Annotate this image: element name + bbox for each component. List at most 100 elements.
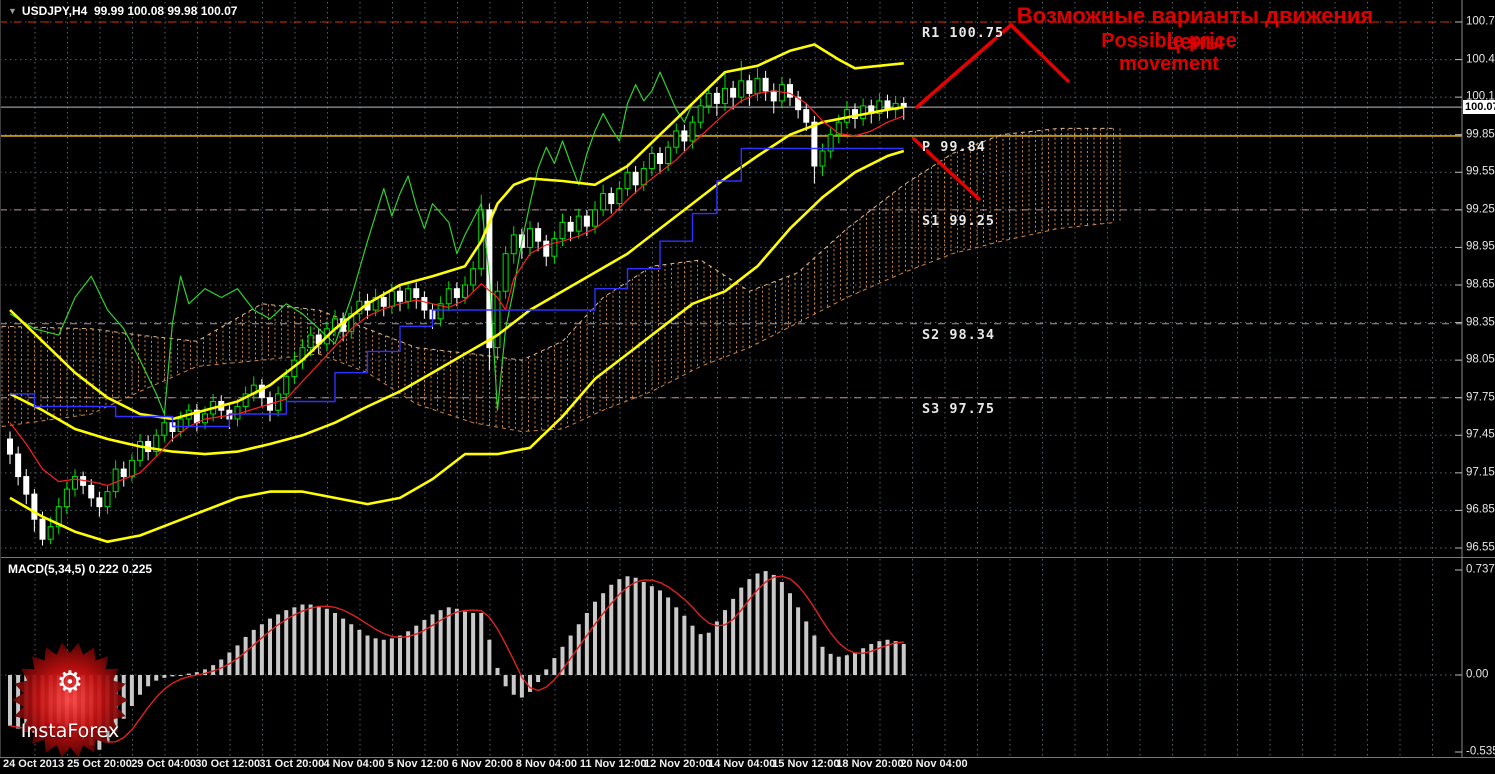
macd-histogram-bar <box>625 576 630 675</box>
macd-histogram-bar <box>731 598 736 675</box>
price-axis-label: 98.95 <box>1466 240 1495 253</box>
price-axis-label: 96.55 <box>1466 541 1495 554</box>
macd-histogram-bar <box>479 612 484 675</box>
macd-histogram-bar <box>373 638 378 675</box>
macd-histogram-bar <box>771 574 776 675</box>
price-axis-label: 99.25 <box>1466 203 1495 216</box>
pivot-level-label: S2 98.34 <box>922 326 996 343</box>
macd-histogram-bar <box>844 655 849 675</box>
macd-axis-min-label: -0.535 <box>1466 745 1495 758</box>
macd-histogram-bar <box>146 675 151 687</box>
macd-histogram-bar <box>552 658 557 675</box>
macd-histogram-bar <box>300 604 305 675</box>
price-axis-label: 98.65 <box>1466 278 1495 291</box>
macd-histogram-bar <box>593 601 597 675</box>
macd-histogram-bar <box>357 629 362 675</box>
macd-histogram-bar <box>812 635 817 675</box>
macd-histogram-bar <box>869 643 874 675</box>
macd-histogram-bar <box>170 675 175 677</box>
macd-histogram-bar <box>341 618 346 675</box>
macd-histogram-bar <box>333 612 337 675</box>
macd-histogram-bar <box>836 656 841 675</box>
macd-histogram-bar <box>487 639 492 675</box>
pivot-level-label: S3 97.75 <box>922 400 996 417</box>
time-axis-label: 15 Nov 12:00 <box>772 758 840 770</box>
macd-histogram-bar <box>633 577 638 675</box>
macd-histogram-bar <box>511 675 516 695</box>
macd-histogram-bar <box>901 643 906 675</box>
macd-histogram-bar <box>714 621 719 675</box>
macd-histogram-bar <box>820 646 825 675</box>
macd-histogram-bar <box>674 607 679 675</box>
time-axis-label: 18 Nov 20:00 <box>836 758 904 770</box>
price-chart-canvas[interactable] <box>0 0 1495 774</box>
price-axis-label: 99.85 <box>1466 127 1495 140</box>
trading-chart-window: ▼ USDJPY,H4 99.99 100.08 99.98 100.07 MAC… <box>0 0 1495 774</box>
macd-histogram-bar <box>723 610 727 675</box>
pivot-level-label: R1 100.75 <box>922 25 1005 41</box>
macd-histogram-bar <box>446 607 451 675</box>
macd-histogram-bar <box>138 675 142 695</box>
macd-histogram-bar <box>398 635 402 675</box>
macd-histogram-bar <box>779 581 784 675</box>
pivot-level-label: S1 99.25 <box>922 212 996 229</box>
price-axis-label: 96.85 <box>1466 503 1495 516</box>
time-axis-label: 14 Nov 04:00 <box>708 758 776 770</box>
macd-histogram-bar <box>828 653 833 675</box>
time-axis-label: 29 Oct 04:00 <box>131 758 197 770</box>
macd-histogram-bar <box>495 667 500 675</box>
instaforex-watermark: ⚙ InstaForex <box>8 642 132 769</box>
price-axis-label: 97.45 <box>1466 428 1495 441</box>
time-axis-label: 30 Oct 12:00 <box>195 758 261 770</box>
macd-histogram-bar <box>251 629 256 675</box>
macd-histogram-bar <box>454 608 459 675</box>
macd-histogram-bar <box>763 571 768 675</box>
macd-histogram-bar <box>584 612 589 675</box>
macd-histogram-bar <box>690 625 695 675</box>
symbol-period-label: USDJPY,H4 <box>21 4 88 18</box>
macd-histogram-bar <box>747 579 752 675</box>
collapse-triangle-icon[interactable]: ▼ <box>8 6 17 16</box>
macd-histogram-bar <box>698 634 703 675</box>
macd-histogram-bar <box>609 584 614 675</box>
macd-histogram-bar <box>804 621 809 675</box>
macd-histogram-bar <box>389 638 394 675</box>
time-axis-label: 20 Nov 04:00 <box>900 758 968 770</box>
macd-histogram-bar <box>503 675 508 687</box>
macd-histogram-bar <box>308 604 313 675</box>
time-axis-label: 12 Nov 20:00 <box>644 758 712 770</box>
macd-histogram-bar <box>649 586 654 675</box>
pivot-level-label: P 99.84 <box>922 138 986 155</box>
annotation-text-english: Possible price movement <box>1101 30 1237 75</box>
macd-histogram-bar <box>178 675 183 676</box>
macd-histogram-bar <box>365 635 370 675</box>
instaforex-starburst-icon: ⚙ <box>12 642 128 758</box>
gear-icon: ⚙ <box>57 666 84 699</box>
macd-histogram-bar <box>381 639 386 675</box>
macd-histogram-bar <box>349 624 354 675</box>
macd-histogram-bar <box>666 597 671 675</box>
time-axis-label: 4 Nov 04:00 <box>323 758 385 770</box>
macd-histogram-bar <box>292 607 297 675</box>
macd-histogram-bar <box>406 631 411 675</box>
macd-histogram-bar <box>601 593 606 675</box>
price-axis-label: 100.15 <box>1466 90 1495 103</box>
macd-histogram-bar <box>528 675 532 692</box>
macd-histogram-bar <box>893 641 898 675</box>
macd-histogram-bar <box>706 632 711 675</box>
ohlc-values-label: 99.99 100.08 99.98 100.07 <box>93 4 238 18</box>
price-axis-label: 97.15 <box>1466 466 1495 479</box>
macd-histogram-bar <box>268 618 272 675</box>
macd-histogram-bar <box>316 605 321 675</box>
price-axis-label: 100.75 <box>1466 15 1495 28</box>
macd-histogram-bar <box>853 652 857 675</box>
macd-histogram-bar <box>471 612 476 675</box>
macd-histogram-bar <box>259 624 264 675</box>
macd-histogram-bar <box>430 614 435 675</box>
price-axis-label: 98.05 <box>1466 353 1495 366</box>
time-axis-label: 8 Nov 04:00 <box>515 758 577 770</box>
macd-histogram-bar <box>641 581 646 675</box>
macd-histogram-bar <box>235 645 240 675</box>
macd-histogram-bar <box>544 669 549 675</box>
macd-histogram-bar <box>877 641 882 675</box>
